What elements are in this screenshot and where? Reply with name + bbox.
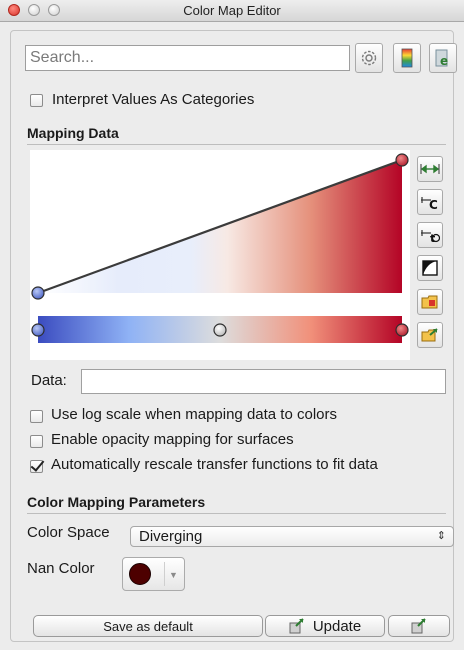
update-button[interactable]: Update [265, 615, 385, 637]
opacity-point-high[interactable] [395, 153, 409, 167]
color-space-value: Diverging [139, 528, 203, 545]
select-arrows-icon: ⇕ [436, 530, 446, 542]
update-icon [289, 618, 304, 634]
save-preset-icon [421, 328, 438, 342]
color-space-select[interactable]: Diverging ⇕ [130, 526, 454, 547]
data-label: Data: [31, 372, 67, 389]
update-options-button[interactable] [388, 615, 450, 637]
rescale-to-data-range-button[interactable] [417, 156, 443, 182]
opacity-mapping-label: Enable opacity mapping for surfaces [51, 431, 294, 448]
rescale-temporal-range-button[interactable]: t [417, 222, 443, 248]
color-bar-icon [401, 48, 413, 68]
search-input[interactable] [25, 45, 350, 71]
rescale-range-icon [420, 164, 440, 174]
update-all-icon [411, 618, 426, 634]
svg-text:e: e [440, 54, 448, 68]
color-mapping-parameters-heading: Color Mapping Parameters [27, 494, 206, 510]
rescale-custom-icon: C [421, 197, 438, 210]
log-scale-checkbox[interactable] [30, 410, 43, 423]
opacity-point-low[interactable] [31, 286, 45, 300]
color-point-high[interactable] [395, 323, 409, 337]
svg-text:C: C [429, 198, 438, 210]
transfer-function-editor[interactable] [30, 150, 410, 360]
choose-preset-icon [421, 295, 438, 309]
save-as-default-button[interactable]: Save as default [33, 615, 263, 637]
mapping-data-divider [27, 144, 446, 145]
chevron-down-icon[interactable]: ▼ [169, 570, 178, 580]
rescale-temporal-icon: t [421, 230, 440, 243]
window-title: Color Map Editor [183, 3, 281, 18]
update-label: Update [312, 617, 362, 635]
save-preset-button[interactable] [417, 322, 443, 348]
save-as-default-label: Save as default [103, 618, 193, 634]
color-space-label: Color Space [27, 524, 110, 541]
interpret-categories-checkbox[interactable] [30, 94, 43, 107]
auto-rescale-checkbox[interactable] [30, 460, 43, 473]
color-point-low[interactable] [31, 323, 45, 337]
title-bar: Color Map Editor [0, 0, 464, 22]
nan-color-label: Nan Color [27, 560, 95, 577]
paraview-icon: e [435, 49, 448, 68]
mapping-data-heading: Mapping Data [27, 125, 119, 141]
nan-color-swatch [129, 563, 151, 585]
invert-transfer-function-button[interactable] [417, 255, 443, 281]
gear-icon [361, 50, 377, 66]
auto-rescale-label: Automatically rescale transfer functions… [51, 456, 378, 473]
interpret-categories-label: Interpret Values As Categories [52, 91, 255, 108]
data-value-field[interactable] [81, 369, 446, 394]
choose-preset-button[interactable] [417, 289, 443, 315]
nan-color-button[interactable]: ▼ [122, 557, 185, 591]
invert-icon [422, 260, 438, 276]
advanced-settings-button[interactable] [355, 43, 383, 73]
log-scale-label: Use log scale when mapping data to color… [51, 406, 337, 423]
parameters-divider [27, 513, 446, 514]
color-point-mid[interactable] [213, 323, 227, 337]
opacity-mapping-checkbox[interactable] [30, 435, 43, 448]
color-legend-button[interactable] [393, 43, 421, 73]
transfer-function-canvas [31, 153, 409, 343]
nan-color-separator [164, 562, 165, 586]
paraview-settings-button[interactable]: e [429, 43, 457, 73]
rescale-custom-range-button[interactable]: C [417, 189, 443, 215]
